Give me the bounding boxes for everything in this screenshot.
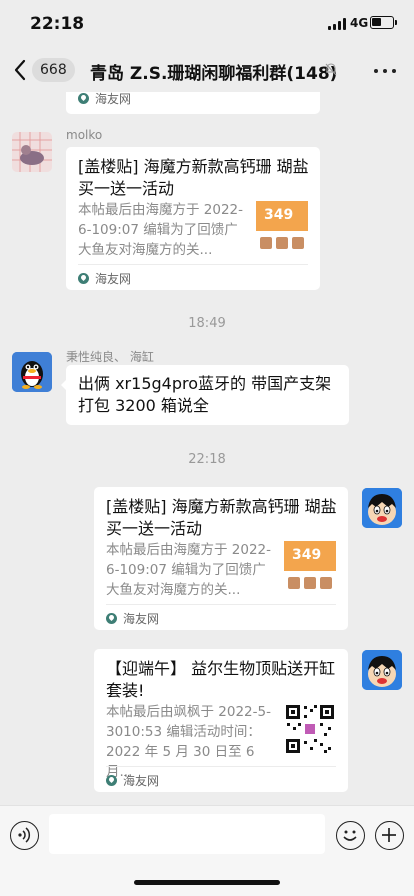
signal-icon [328,18,346,30]
card-title: 【迎端午】 益尔生物顶贴送开缸套装! [106,659,336,700]
card-description: 本帖最后由飒枫于 2022-5-3010:53 编辑活动时间：2022 年 5 … [106,704,271,780]
emoji-icon[interactable] [336,821,365,850]
message-input[interactable] [49,814,325,854]
network-type: 4G [350,16,369,30]
card-thumbnail: 349 [256,201,308,253]
card-divider [106,604,336,605]
unread-count-badge[interactable]: 668 [32,58,75,82]
chat-header: 668 青岛 Z.S.珊瑚闲聊福利群(148) [0,48,414,92]
haiyou-logo-icon [106,613,117,624]
avatar[interactable] [12,352,52,392]
cartoon-avatar-image [362,488,402,528]
haiyou-logo-icon [78,273,89,284]
message-text: 出俩 xr15g4pro蓝牙的 带国产支架 打包 3200 箱说全 [78,374,332,415]
link-card[interactable]: [盖楼贴] 海魔方新款高钙珊 瑚盐买一送一活动 本帖最后由海魔方于 2022-6… [94,487,348,630]
chat-messages[interactable]: 海友网 molko [盖楼贴] 海魔方新款高钙珊 瑚盐买一送一活动 本帖最后由海… [0,92,414,805]
haiyou-logo-icon [106,775,117,786]
avatar[interactable] [12,132,52,172]
card-source: 海友网 [78,270,131,287]
link-card[interactable]: 【迎端午】 益尔生物顶贴送开缸套装! 本帖最后由飒枫于 2022-5-3010:… [94,649,348,792]
status-time: 22:18 [30,14,85,34]
sender-name: molko [66,128,103,142]
card-source-label: 海友网 [123,612,160,626]
card-divider [106,766,336,767]
home-indicator[interactable] [134,880,280,885]
sender-name: 秉性纯良、 海缸 [66,350,154,364]
card-thumbnail: 349 [284,541,336,593]
mute-bell-icon [325,63,337,76]
timestamp: 18:49 [188,316,226,331]
card-description: 本帖最后由海魔方于 2022-6-109:07 编辑为了回馈广大鱼友对海魔方的关… [106,542,272,598]
self-avatar[interactable] [362,488,402,528]
message-bubble[interactable]: 出俩 xr15g4pro蓝牙的 带国产支架 打包 3200 箱说全 [61,365,349,425]
qr-code-icon [284,703,336,755]
card-title: [盖楼贴] 海魔方新款高钙珊 瑚盐买一送一活动 [106,497,337,538]
thumbnail-price: 349 [292,547,322,563]
avatar-image [12,132,52,172]
timestamp: 22:18 [188,452,226,467]
card-source-label: 海友网 [95,272,132,286]
card-source-label: 海友网 [123,774,160,788]
cartoon-avatar-image [362,650,402,690]
card-source: 海友网 [106,610,159,627]
card-title: [盖楼贴] 海魔方新款高钙珊 瑚盐买一送一活动 [78,157,309,198]
card-divider [78,264,308,265]
more-options-icon[interactable] [372,60,398,80]
haiyou-logo-icon [78,93,89,104]
self-avatar[interactable] [362,650,402,690]
qr-code-thumbnail [284,703,336,755]
voice-input-icon[interactable] [10,821,39,850]
group-title: 青岛 Z.S.珊瑚闲聊福利群(148) [90,64,338,84]
card-description: 本帖最后由海魔方于 2022-6-109:07 编辑为了回馈广大鱼友对海魔方的关… [78,202,244,258]
link-card[interactable]: 海友网 [66,92,320,114]
card-source-label: 海友网 [95,92,132,106]
battery-icon [370,16,397,29]
penguin-avatar-image [12,352,52,392]
back-icon[interactable] [12,58,28,82]
status-bar: 22:18 4G [0,0,414,48]
thumbnail-price: 349 [264,207,294,223]
link-card[interactable]: [盖楼贴] 海魔方新款高钙珊 瑚盐买一送一活动 本帖最后由海魔方于 2022-6… [66,147,320,290]
add-more-icon[interactable] [375,821,404,850]
card-source: 海友网 [78,92,131,107]
card-source: 海友网 [106,772,159,789]
